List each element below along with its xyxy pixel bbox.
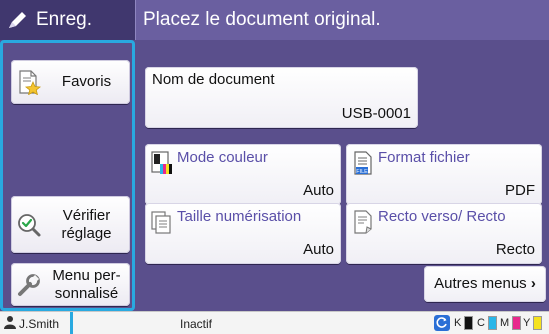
- mode-label: Enreg.: [36, 9, 92, 30]
- color-mode-button[interactable]: Mode couleur Auto: [145, 144, 341, 205]
- scan-size-button[interactable]: Taille numérisation Auto: [145, 203, 341, 264]
- focus-divider: [70, 312, 73, 334]
- ink-m-letter: M: [500, 317, 510, 329]
- sidebar: Favoris Vérifier réglage Menu per- sonna…: [0, 40, 135, 311]
- more-menus-label: Autres menus: [434, 275, 527, 292]
- duplex-value: Recto: [495, 241, 535, 258]
- pen-icon: [0, 0, 36, 40]
- color-mode-label: Mode couleur: [177, 149, 268, 166]
- duplex-label: Recto verso/ Recto: [378, 208, 506, 225]
- user-name: J.Smith: [19, 316, 60, 331]
- ink-y: Y: [523, 316, 543, 330]
- document-name-value: USB-0001: [341, 105, 411, 122]
- svg-text:FILE: FILE: [356, 169, 368, 175]
- user-icon: [3, 315, 17, 332]
- file-format-button[interactable]: FILE Format fichier PDF: [346, 144, 542, 205]
- ink-y-level: [533, 316, 543, 330]
- favorites-button[interactable]: Favoris: [11, 60, 130, 104]
- custom-menu-button[interactable]: Menu per- sonnalisé: [11, 263, 130, 306]
- color-mode-value: Auto: [303, 182, 334, 199]
- duplex-icon: [351, 209, 375, 240]
- file-format-value: PDF: [505, 182, 535, 199]
- ink-c-level: [487, 316, 497, 330]
- scan-size-value: Auto: [303, 241, 334, 258]
- chevron-right-icon: ›: [530, 275, 536, 292]
- ink-m: M: [500, 316, 522, 330]
- magnifier-check-icon: [11, 212, 47, 238]
- instruction-message: Placez le document original.: [143, 9, 381, 30]
- ink-k: K: [454, 316, 474, 330]
- file-format-icon: FILE: [351, 150, 375, 181]
- ink-c-letter: C: [477, 317, 485, 329]
- document-name-label: Nom de document: [152, 71, 275, 88]
- more-menus-button[interactable]: Autres menus ›: [424, 266, 546, 302]
- refresh-icon[interactable]: [434, 315, 450, 334]
- check-settings-button[interactable]: Vérifier réglage: [11, 196, 130, 253]
- mode-header: Enreg.: [0, 0, 135, 40]
- favorites-icon: [11, 69, 47, 95]
- ink-c: C: [477, 316, 497, 330]
- check-settings-label: Vérifier réglage: [61, 206, 112, 242]
- machine-status: Inactif: [180, 317, 213, 331]
- status-bar: J.Smith Inactif K C M Y: [0, 311, 549, 334]
- color-mode-icon: [150, 150, 174, 181]
- wrench-icon: [11, 272, 47, 298]
- file-format-label: Format fichier: [378, 149, 470, 166]
- message-bar: Placez le document original.: [135, 0, 549, 40]
- ink-y-letter: Y: [523, 317, 531, 329]
- user-indicator[interactable]: J.Smith: [3, 315, 59, 332]
- scan-size-label: Taille numérisation: [177, 208, 302, 225]
- favorites-label: Favoris: [61, 73, 112, 90]
- duplex-button[interactable]: Recto verso/ Recto Recto: [346, 203, 542, 264]
- scan-size-icon: [150, 209, 174, 240]
- document-name-button[interactable]: Nom de document USB-0001: [145, 67, 418, 128]
- ink-k-level: [464, 316, 474, 330]
- ink-k-letter: K: [454, 317, 462, 329]
- ink-m-level: [512, 316, 522, 330]
- custom-menu-label: Menu per- sonnalisé: [52, 266, 121, 302]
